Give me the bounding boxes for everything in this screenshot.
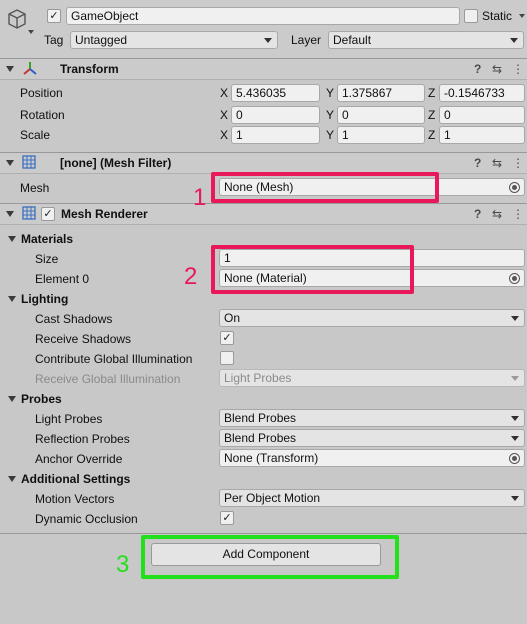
preset-icon[interactable]: ⇆ [492, 156, 502, 170]
mesh-filter-title: [none] (Mesh Filter) [60, 156, 172, 170]
static-label: Static [482, 9, 513, 23]
dynamic-occlusion-checkbox[interactable]: ✓ [220, 511, 234, 525]
preset-icon[interactable]: ⇆ [492, 207, 502, 221]
cast-shadows-label: Cast Shadows [35, 312, 113, 326]
anchor-override-label: Anchor Override [35, 452, 123, 466]
mesh-renderer-fold-icon[interactable] [6, 211, 14, 217]
menu-icon[interactable]: ⋮ [512, 62, 524, 76]
layer-value: Default [333, 33, 372, 47]
reflection-probes-label: Reflection Probes [35, 432, 130, 446]
transform-title: Transform [60, 62, 119, 76]
mesh-label: Mesh [20, 181, 50, 195]
scale-x-label[interactable]: X [220, 127, 228, 143]
motion-vectors-value: Per Object Motion [224, 491, 321, 505]
mesh-filter-icon [22, 155, 36, 169]
rotation-z-label[interactable]: Z [428, 107, 435, 123]
help-icon[interactable]: ? [474, 156, 481, 170]
component-divider [0, 533, 527, 534]
motion-vectors-dropdown[interactable]: Per Object Motion [219, 489, 525, 507]
scale-z-field[interactable]: 1 [439, 126, 525, 144]
receive-shadows-checkbox[interactable]: ✓ [220, 331, 234, 345]
help-icon[interactable]: ? [474, 207, 481, 221]
rotation-y-label[interactable]: Y [326, 107, 334, 123]
receive-gi-dropdown: Light Probes [219, 369, 525, 387]
anchor-override-field[interactable]: None (Transform) [219, 449, 525, 467]
materials-section[interactable]: Materials [21, 231, 73, 247]
transform-icon [23, 62, 37, 75]
receive-gi-label: Receive Global Illumination [35, 372, 181, 386]
position-z-label[interactable]: Z [428, 85, 435, 101]
mesh-renderer-enabled-checkbox[interactable]: ✓ [41, 207, 55, 221]
lighting-fold-icon[interactable] [8, 296, 16, 302]
highlight-box-1 [211, 172, 439, 203]
chevron-down-icon[interactable] [28, 30, 34, 34]
static-checkbox[interactable] [464, 9, 478, 23]
active-checkbox[interactable]: ✓ [47, 9, 61, 23]
scale-x-field[interactable]: 1 [231, 126, 320, 144]
position-y-field[interactable]: 1.375867 [337, 84, 425, 102]
mesh-filter-fold-icon[interactable] [6, 160, 14, 166]
rotation-z-field[interactable]: 0 [439, 106, 525, 124]
cast-shadows-dropdown[interactable]: On [219, 309, 525, 327]
tag-dropdown[interactable]: Untagged [70, 31, 278, 49]
additional-settings-fold-icon[interactable] [8, 476, 16, 482]
cast-shadows-value: On [224, 311, 241, 325]
light-probes-label: Light Probes [35, 412, 103, 426]
name-field[interactable]: GameObject [66, 7, 460, 25]
position-label: Position [20, 86, 63, 100]
position-x-label[interactable]: X [220, 85, 228, 101]
mesh-renderer-icon [22, 206, 36, 220]
size-label: Size [35, 252, 59, 266]
reflection-probes-value: Blend Probes [224, 431, 297, 445]
scale-z-label[interactable]: Z [428, 127, 435, 143]
tag-label: Tag [44, 33, 64, 47]
layer-label: Layer [291, 33, 322, 47]
lighting-section[interactable]: Lighting [21, 291, 68, 307]
materials-fold-icon[interactable] [8, 236, 16, 242]
probes-fold-icon[interactable] [8, 396, 16, 402]
object-picker-icon[interactable] [509, 453, 520, 464]
position-y-label[interactable]: Y [326, 85, 334, 101]
position-x-field[interactable]: 5.436035 [231, 84, 320, 102]
layer-dropdown[interactable]: Default [328, 31, 524, 49]
menu-icon[interactable]: ⋮ [512, 207, 524, 221]
rotation-y-field[interactable]: 0 [337, 106, 425, 124]
receive-shadows-label: Receive Shadows [35, 332, 132, 346]
cube-icon [8, 9, 26, 29]
rotation-label: Rotation [20, 108, 65, 122]
position-z-field[interactable]: -0.1546733 [439, 84, 525, 102]
transform-fold-icon[interactable] [6, 66, 14, 72]
preset-icon[interactable]: ⇆ [492, 62, 502, 76]
contribute-gi-checkbox[interactable] [220, 351, 234, 365]
dynamic-occlusion-label: Dynamic Occlusion [35, 512, 138, 526]
scale-y-label[interactable]: Y [326, 127, 334, 143]
annotation-1: 1 [193, 184, 207, 211]
element0-label: Element 0 [35, 272, 90, 286]
annotation-2: 2 [184, 263, 198, 290]
highlight-box-2 [211, 245, 414, 294]
menu-icon[interactable]: ⋮ [512, 156, 524, 170]
additional-settings-section[interactable]: Additional Settings [21, 471, 130, 487]
rotation-x-field[interactable]: 0 [231, 106, 320, 124]
reflection-probes-dropdown[interactable]: Blend Probes [219, 429, 525, 447]
highlight-box-3 [141, 535, 399, 579]
contribute-gi-label: Contribute Global Illumination [35, 352, 193, 366]
static-chevron-icon[interactable] [519, 14, 525, 18]
tag-value: Untagged [75, 33, 128, 47]
annotation-3: 3 [116, 551, 130, 578]
light-probes-dropdown[interactable]: Blend Probes [219, 409, 525, 427]
receive-gi-value: Light Probes [224, 371, 292, 385]
anchor-override-value: None (Transform) [224, 451, 319, 465]
scale-y-field[interactable]: 1 [337, 126, 425, 144]
probes-section[interactable]: Probes [21, 391, 62, 407]
object-picker-icon[interactable] [509, 182, 520, 193]
motion-vectors-label: Motion Vectors [35, 492, 115, 506]
mesh-renderer-title: Mesh Renderer [61, 207, 148, 221]
rotation-x-label[interactable]: X [220, 107, 228, 123]
object-picker-icon[interactable] [509, 273, 520, 284]
scale-label: Scale [20, 128, 51, 142]
light-probes-value: Blend Probes [224, 411, 297, 425]
help-icon[interactable]: ? [474, 62, 481, 76]
